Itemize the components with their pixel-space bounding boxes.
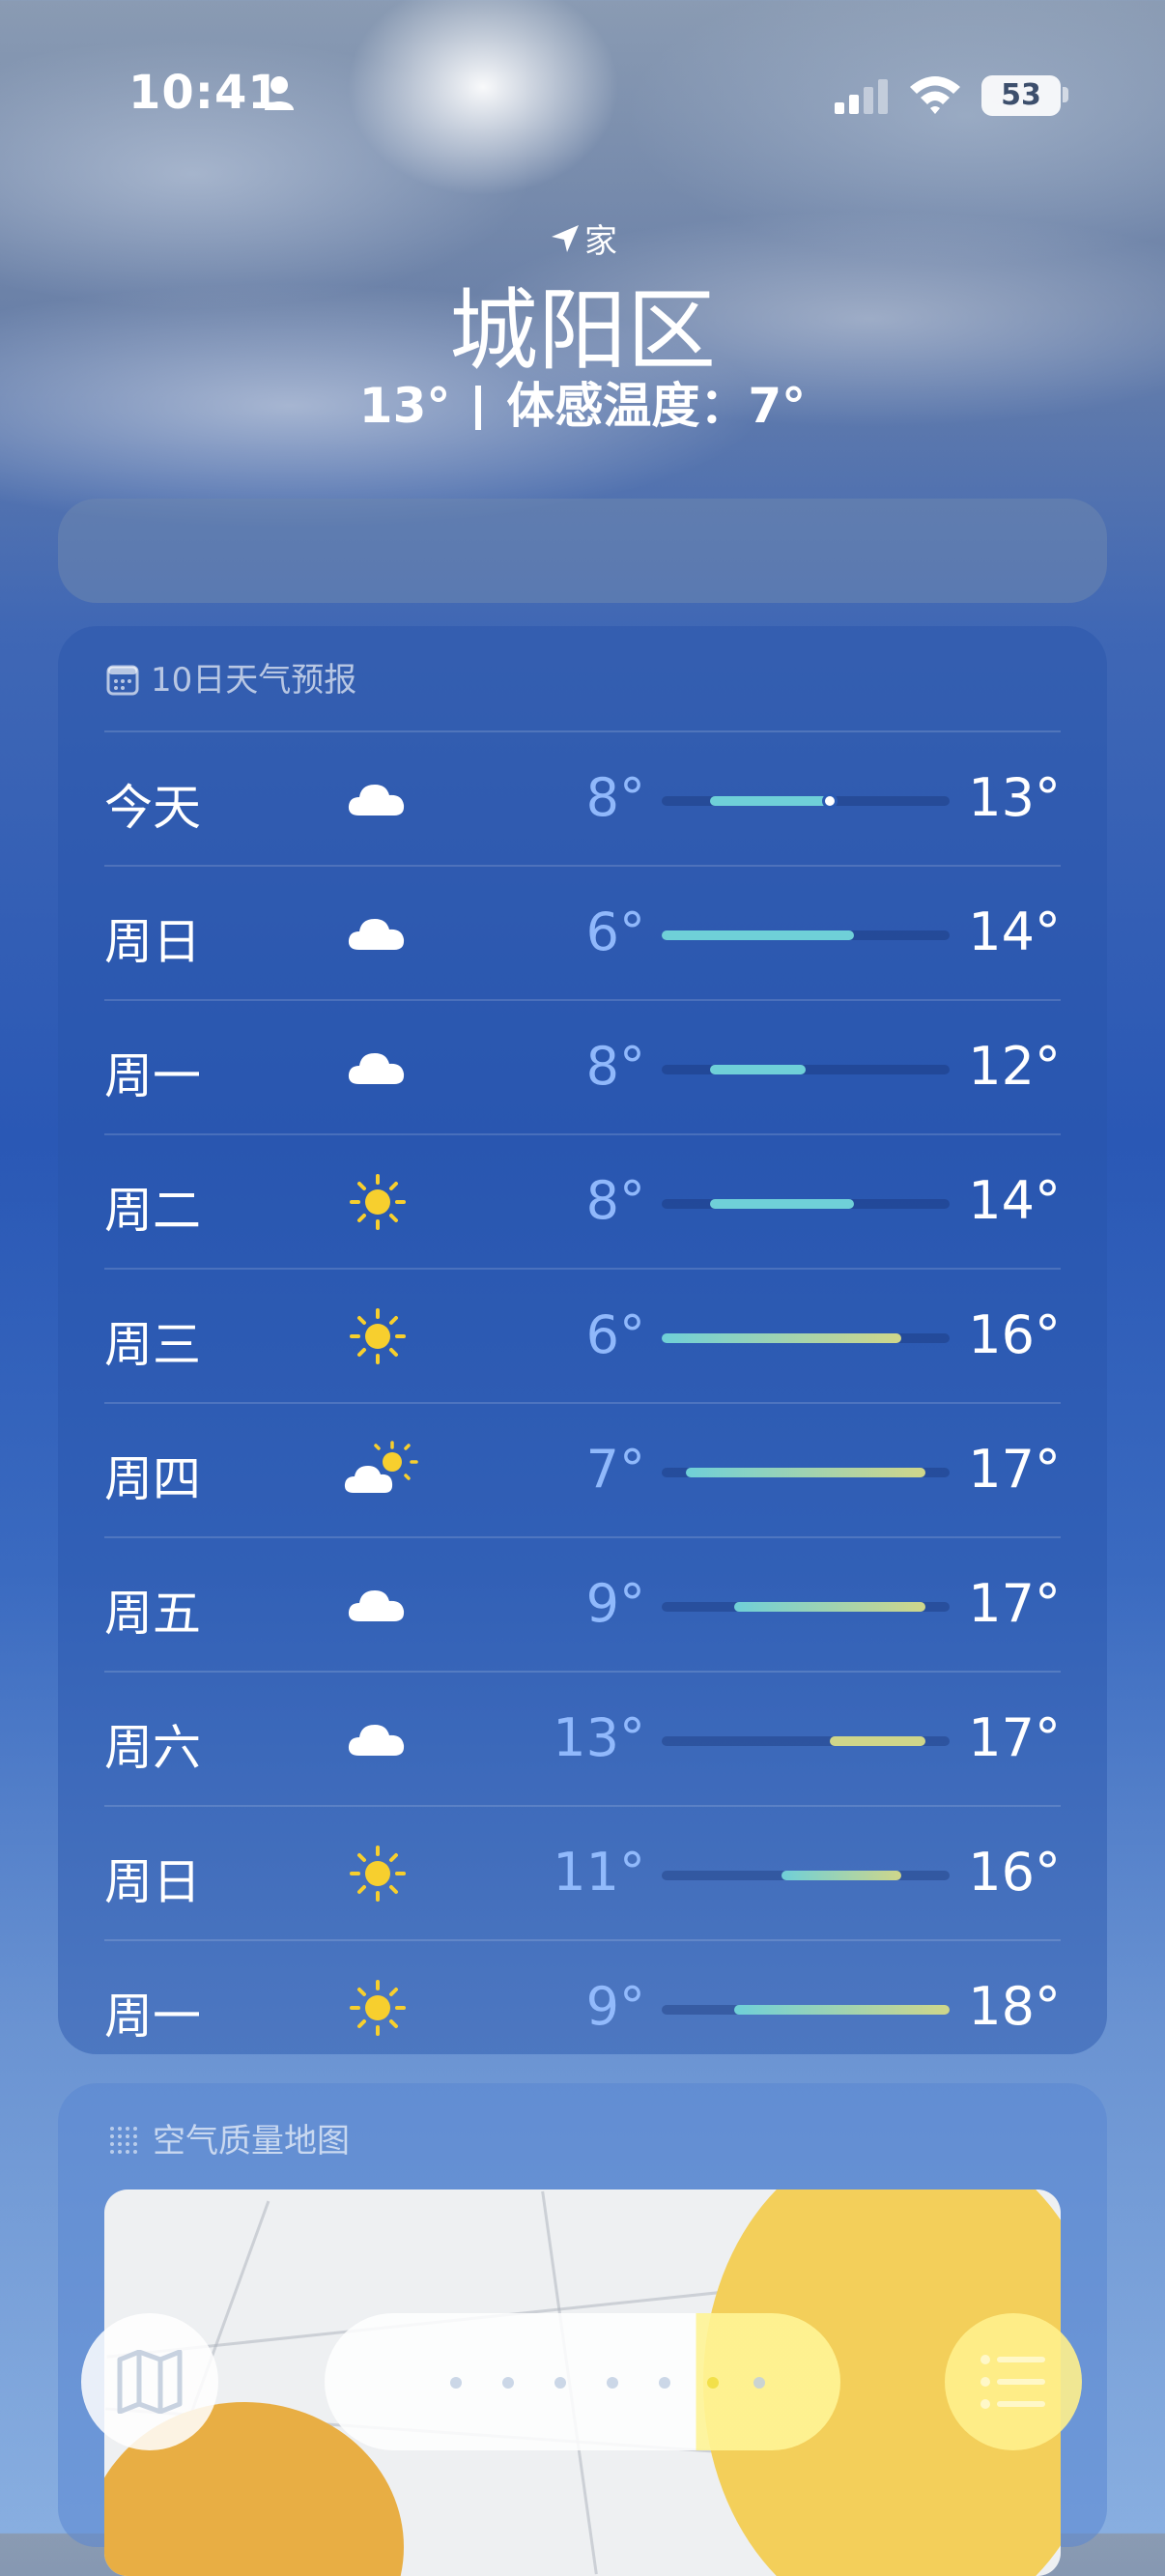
forecast-row[interactable]: 周二 8° 14° bbox=[104, 1133, 1061, 1268]
location-arrow-icon bbox=[552, 225, 579, 252]
forecast-day: 周五 bbox=[104, 1586, 201, 1642]
forecast-low: 11° bbox=[553, 1842, 645, 1903]
forecast-low: 8° bbox=[585, 1170, 645, 1231]
hourly-summary-card[interactable] bbox=[58, 499, 1107, 603]
calendar-icon bbox=[106, 665, 139, 696]
battery-tip bbox=[1063, 87, 1068, 102]
page-dot[interactable] bbox=[607, 2377, 618, 2389]
forecast-day: 周六 bbox=[104, 1720, 201, 1776]
separator bbox=[475, 386, 482, 430]
temperature-range-track bbox=[662, 1602, 950, 1612]
forecast-high: 12° bbox=[968, 1036, 1061, 1097]
battery-indicator: 53 bbox=[981, 75, 1061, 116]
forecast-title: 10日天气预报 bbox=[151, 661, 357, 700]
temperature-range-track bbox=[662, 793, 950, 809]
feels-like: 体感温度：7° bbox=[506, 378, 807, 434]
temperature-range-bar bbox=[829, 1736, 926, 1746]
forecast-day: 周一 bbox=[104, 1048, 201, 1104]
temperature-range-track bbox=[662, 1468, 950, 1477]
map-icon bbox=[117, 2350, 183, 2414]
forecast-high: 18° bbox=[968, 1976, 1061, 2037]
status-bar: 10:41 53 bbox=[0, 66, 1165, 124]
forecast-row[interactable]: 今天 8° 13° bbox=[104, 730, 1061, 865]
temperature-range-bar bbox=[709, 1199, 854, 1209]
location-label: 家 bbox=[584, 222, 617, 261]
forecast-day: 周日 bbox=[104, 914, 201, 970]
forecast-row[interactable]: 周四 7° 17° bbox=[104, 1402, 1061, 1536]
location-row: 家 bbox=[0, 215, 1165, 262]
temperature-range-bar bbox=[709, 793, 838, 809]
location-list-button[interactable] bbox=[945, 2313, 1082, 2450]
temperature-range-bar bbox=[662, 1333, 902, 1343]
forecast-header: 10日天气预报 bbox=[106, 653, 356, 701]
forecast-row[interactable]: 周五 9° 17° bbox=[104, 1536, 1061, 1671]
forecast-row[interactable]: 周三 6° 16° bbox=[104, 1268, 1061, 1402]
page-dot[interactable] bbox=[753, 2377, 765, 2389]
temperature-range-track bbox=[662, 1736, 950, 1746]
forecast-day: 周一 bbox=[104, 1989, 201, 2045]
temperature-range-track bbox=[662, 2005, 950, 2015]
forecast-low: 7° bbox=[585, 1439, 645, 1500]
forecast-high: 17° bbox=[968, 1707, 1061, 1768]
temperature-range-track bbox=[662, 1333, 950, 1343]
forecast-high: 14° bbox=[968, 1170, 1061, 1231]
forecast-row[interactable]: 周日 6° 14° bbox=[104, 865, 1061, 999]
forecast-row[interactable]: 周日 11° 16° bbox=[104, 1805, 1061, 1939]
forecast-low: 8° bbox=[585, 767, 645, 828]
temperature-range-track bbox=[662, 930, 950, 940]
forecast-high: 14° bbox=[968, 902, 1061, 962]
forecast-day: 今天 bbox=[104, 780, 201, 836]
current-temperature: 13° bbox=[358, 378, 451, 434]
forecast-row[interactable]: 周一 8° 12° bbox=[104, 999, 1061, 1133]
forecast-low: 9° bbox=[585, 1573, 645, 1634]
forecast-high: 16° bbox=[968, 1304, 1061, 1365]
wifi-icon bbox=[910, 76, 960, 114]
temperature-range-bar bbox=[733, 1602, 926, 1612]
current-temp-marker bbox=[821, 793, 838, 809]
temperature-range-bar bbox=[709, 1065, 806, 1074]
temperature-range-bar bbox=[781, 1871, 902, 1880]
page-dot-current[interactable] bbox=[707, 2377, 719, 2389]
forecast-list: 今天 8° 13° 周日 6° 14° 周一 8° 12° 周二 8° 14° 周三 6° 16° 周四 7° 1… bbox=[104, 730, 1061, 2074]
forecast-low: 6° bbox=[585, 902, 645, 962]
page-dot[interactable] bbox=[554, 2377, 566, 2389]
forecast-low: 8° bbox=[585, 1036, 645, 1097]
forecast-low: 6° bbox=[585, 1304, 645, 1365]
list-icon bbox=[980, 2355, 1045, 2409]
temperature-range-track bbox=[662, 1871, 950, 1880]
temperature-summary: 13° 体感温度：7° bbox=[0, 367, 1165, 437]
forecast-high: 13° bbox=[968, 767, 1061, 828]
forecast-low: 9° bbox=[585, 1976, 645, 2037]
forecast-low: 13° bbox=[553, 1707, 645, 1768]
forecast-high: 17° bbox=[968, 1439, 1061, 1500]
temperature-range-bar bbox=[662, 930, 854, 940]
air-quality-title: 空气质量地图 bbox=[153, 2122, 350, 2161]
forecast-day: 周三 bbox=[104, 1317, 201, 1373]
temperature-range-bar bbox=[685, 1468, 926, 1477]
forecast-row[interactable]: 周六 13° 17° bbox=[104, 1671, 1061, 1805]
person-icon bbox=[265, 76, 294, 110]
temperature-range-track bbox=[662, 1065, 950, 1074]
page-dot[interactable] bbox=[450, 2377, 462, 2389]
forecast-day: 周四 bbox=[104, 1451, 201, 1507]
status-time: 10:41 bbox=[128, 66, 281, 120]
cellular-signal-icon bbox=[835, 79, 888, 114]
forecast-day: 周日 bbox=[104, 1854, 201, 1910]
forecast-row[interactable]: 周一 9° 18° bbox=[104, 1939, 1061, 2074]
map-button[interactable] bbox=[81, 2313, 218, 2450]
page-dot[interactable] bbox=[659, 2377, 670, 2389]
forecast-high: 17° bbox=[968, 1573, 1061, 1634]
temperature-range-track bbox=[662, 1199, 950, 1209]
forecast-day: 周二 bbox=[104, 1183, 201, 1239]
temperature-range-bar bbox=[733, 2005, 950, 2015]
forecast-high: 16° bbox=[968, 1842, 1061, 1903]
air-quality-icon bbox=[110, 2127, 137, 2154]
page-dot[interactable] bbox=[502, 2377, 514, 2389]
ten-day-forecast-card[interactable]: 10日天气预报 今天 8° 13° 周日 6° 14° 周一 8° 12° 周二 8° 14° 周三 6°… bbox=[58, 626, 1107, 2054]
air-quality-header: 空气质量地图 bbox=[106, 2114, 350, 2161]
page-indicator[interactable] bbox=[325, 2313, 840, 2450]
